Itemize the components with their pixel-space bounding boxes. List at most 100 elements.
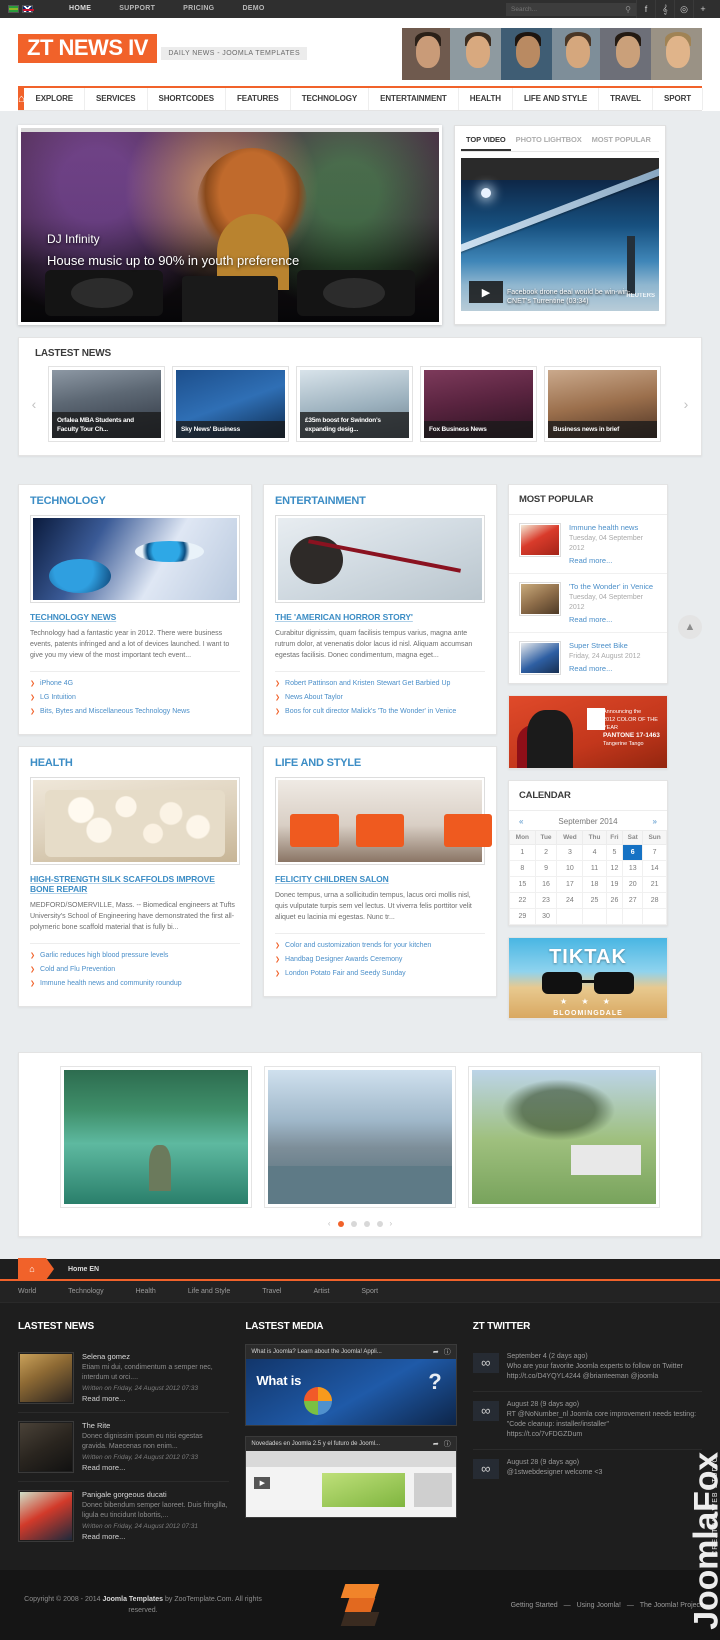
- top-nav-home[interactable]: HOME: [55, 0, 105, 18]
- tab-top-video[interactable]: TOP VIDEO: [461, 132, 511, 151]
- gallery-dot-3[interactable]: [363, 1220, 370, 1227]
- video-frame[interactable]: ▶ Facebook drone deal would be win-win- …: [461, 158, 659, 311]
- breadcrumb-home-icon[interactable]: ⌂: [18, 1258, 54, 1280]
- popular-item-title[interactable]: Immune health news: [569, 523, 657, 532]
- top-nav-pricing[interactable]: PRICING: [169, 0, 228, 18]
- footer-news-item-title[interactable]: Panigale gorgeous ducati: [82, 1490, 229, 1499]
- calendar-day[interactable]: 11: [582, 860, 607, 877]
- footer-link-using-joomla[interactable]: Using Joomla!: [577, 1602, 621, 1609]
- calendar-day[interactable]: 8: [509, 860, 536, 877]
- video-tabs[interactable]: TOP VIDEO PHOTO LIGHTBOX MOST POPULAR: [461, 132, 659, 152]
- life-and-style-link[interactable]: Handbag Designer Awards Ceremony: [285, 956, 402, 963]
- list-item[interactable]: Panigale gorgeous ducati Donec bibendum …: [18, 1482, 229, 1550]
- calendar-day[interactable]: 19: [605, 876, 624, 893]
- gallery-pagination[interactable]: ‹ ›: [31, 1219, 689, 1228]
- media-card[interactable]: What is Joomla? Learn about the Joomla! …: [245, 1344, 457, 1426]
- technology-link[interactable]: Bits, Bytes and Miscellaneous Technology…: [40, 708, 190, 715]
- nav-item-explore[interactable]: EXPLORE: [24, 88, 85, 110]
- tab-photo-lightbox[interactable]: PHOTO LIGHTBOX: [511, 132, 587, 151]
- calendar-day[interactable]: 28: [642, 892, 667, 909]
- search-icon[interactable]: ⚲: [625, 5, 631, 14]
- calendar-day[interactable]: 20: [622, 876, 644, 893]
- language-flags[interactable]: [8, 5, 34, 13]
- calendar-day[interactable]: 10: [556, 860, 584, 877]
- top-nav-demo[interactable]: DEMO: [228, 0, 278, 18]
- list-item[interactable]: Immune health news Tuesday, 04 September…: [509, 515, 667, 574]
- footer-nav-life-and-style[interactable]: Life and Style: [188, 1288, 246, 1295]
- entertainment-article-title[interactable]: THE 'AMERICAN HORROR STORY': [275, 612, 485, 622]
- calendar-day[interactable]: 26: [605, 892, 624, 909]
- calendar-day[interactable]: 22: [509, 892, 536, 909]
- gallery-dot-2[interactable]: [350, 1220, 357, 1227]
- life-and-style-link[interactable]: London Potato Fair and Seedy Sunday: [285, 970, 406, 977]
- nav-item-services[interactable]: SERVICES: [85, 88, 148, 110]
- calendar-day[interactable]: 7: [642, 844, 667, 861]
- calendar-day[interactable]: 14: [642, 860, 667, 877]
- technology-article-title[interactable]: TECHNOLOGY NEWS: [30, 612, 240, 622]
- tweet-links[interactable]: http://t.co/D4YQYL4244 @brianteeman @joo…: [507, 1372, 683, 1382]
- entertainment-link[interactable]: News About Taylor: [285, 694, 343, 701]
- main-nav[interactable]: ⌂ EXPLORE SERVICES SHORTCODES FEATURES T…: [18, 86, 704, 111]
- calendar-day[interactable]: 5: [605, 844, 624, 861]
- media-card-preview[interactable]: What is ?: [246, 1359, 456, 1425]
- calendar-day[interactable]: 4: [582, 844, 607, 861]
- calendar-day[interactable]: 30: [534, 908, 558, 925]
- footer-news-item-title[interactable]: Selena gomez: [82, 1352, 229, 1361]
- logo-block[interactable]: ZT NEWS IV DAILY NEWS - JOOMLA TEMPLATES: [18, 26, 308, 63]
- list-item[interactable]: Selena gomez Etiam mi dui, condimentum a…: [18, 1344, 230, 1413]
- site-logo[interactable]: ZT NEWS IV: [18, 34, 157, 63]
- list-item[interactable]: Super Street Bike Friday, 24 August 2012…: [509, 633, 667, 683]
- calendar-grid[interactable]: Mon Tue Wed Thu Fri Sat Sun 1 2 3 4 5 6 …: [509, 830, 667, 925]
- news-card[interactable]: Business news in brief: [545, 367, 660, 441]
- nav-item-life-and-style[interactable]: LIFE AND STYLE: [513, 88, 600, 110]
- read-more-link[interactable]: Read more...: [82, 1463, 229, 1472]
- calendar-day[interactable]: 17: [556, 876, 584, 893]
- calendar-day[interactable]: 2: [534, 844, 558, 861]
- copyright-brand[interactable]: Joomla Templates: [102, 1596, 163, 1603]
- calendar-day[interactable]: 12: [605, 860, 624, 877]
- technology-link[interactable]: LG Intuition: [40, 694, 76, 701]
- brazil-flag-icon[interactable]: [8, 5, 19, 13]
- news-card[interactable]: Sky News' Business: [173, 367, 288, 441]
- gallery-dot-4[interactable]: [376, 1220, 383, 1227]
- ad-tiktak[interactable]: TIKTAK ★ ★ ★ BLOOMINGDALE: [508, 937, 668, 1019]
- search-box[interactable]: ⚲: [506, 2, 636, 16]
- calendar-next-icon[interactable]: »: [653, 817, 657, 826]
- footer-nav-artist[interactable]: Artist: [313, 1288, 345, 1295]
- popular-item-title[interactable]: Super Street Bike: [569, 641, 640, 650]
- nav-item-shortcodes[interactable]: SHORTCODES: [148, 88, 226, 110]
- footer-nav-world[interactable]: World: [18, 1288, 52, 1295]
- info-icon[interactable]: ⓘ: [444, 1439, 451, 1449]
- life-and-style-article-title[interactable]: FELICITY CHILDREN SALON: [275, 874, 485, 884]
- entertainment-image[interactable]: [275, 515, 485, 603]
- health-link[interactable]: Garlic reduces high blood pressure level…: [40, 952, 168, 959]
- footer-link-joomla-project[interactable]: The Joomla! Project: [640, 1602, 702, 1609]
- gallery-item[interactable]: [61, 1067, 251, 1207]
- carousel-next-icon[interactable]: ›: [677, 396, 695, 412]
- footer-nav-health[interactable]: Health: [136, 1288, 172, 1295]
- top-nav-support[interactable]: SUPPORT: [105, 0, 169, 18]
- top-nav[interactable]: HOME SUPPORT PRICING DEMO: [55, 0, 279, 18]
- calendar-day[interactable]: 24: [556, 892, 584, 909]
- calendar-day[interactable]: 1: [509, 844, 536, 861]
- nav-item-features[interactable]: FEATURES: [226, 88, 291, 110]
- gallery-prev-icon[interactable]: ‹: [328, 1219, 331, 1228]
- health-link[interactable]: Immune health news and community roundup: [40, 980, 182, 987]
- read-more-link[interactable]: Read more...: [82, 1532, 229, 1541]
- calendar-day[interactable]: 3: [556, 844, 584, 861]
- info-icon[interactable]: ⓘ: [444, 1347, 451, 1357]
- nav-item-travel[interactable]: TRAVEL: [599, 88, 653, 110]
- calendar-day[interactable]: 21: [642, 876, 667, 893]
- list-item[interactable]: 'To the Wonder' in Venice Tuesday, 04 Se…: [509, 574, 667, 633]
- calendar-day[interactable]: 29: [509, 908, 536, 925]
- hero-slider[interactable]: DJ Infinity House music up to 90% in you…: [18, 125, 442, 325]
- calendar-day[interactable]: 18: [582, 876, 607, 893]
- footer-nav-sport[interactable]: Sport: [361, 1288, 394, 1295]
- share-icon[interactable]: ➦: [433, 1440, 439, 1448]
- calendar-day[interactable]: 13: [622, 860, 644, 877]
- news-card[interactable]: £35m boost for Swindon's expanding desig…: [297, 367, 412, 441]
- footer-nav-travel[interactable]: Travel: [262, 1288, 297, 1295]
- health-image[interactable]: [30, 777, 240, 865]
- calendar-day-today[interactable]: 6: [622, 844, 644, 861]
- nav-item-entertainment[interactable]: ENTERTAINMENT: [369, 88, 459, 110]
